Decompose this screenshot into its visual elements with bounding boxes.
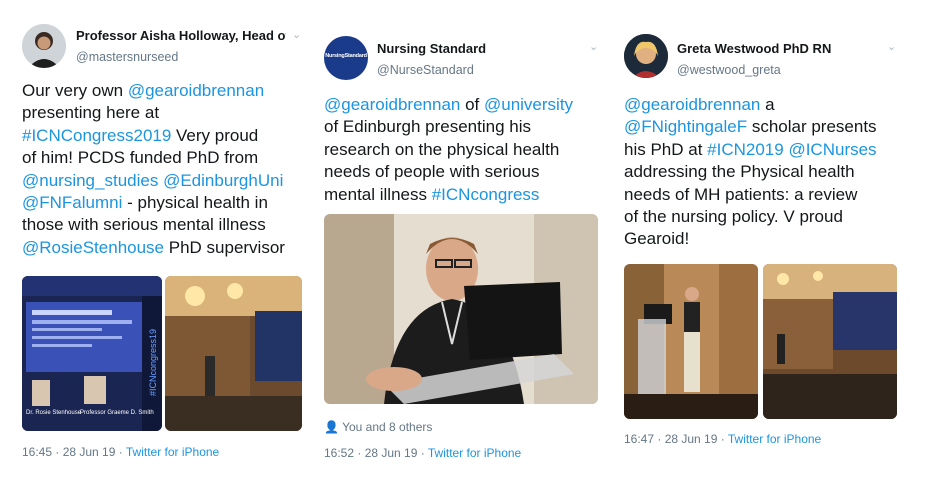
likes-row[interactable]: 👤 You and 8 others bbox=[324, 420, 432, 434]
tweet-image-hall[interactable] bbox=[763, 264, 897, 419]
tweet-text: Our very own @gearoidbrennan presenting … bbox=[22, 81, 285, 257]
tweet-timestamp[interactable]: 16:52 · 28 Jun 19 · Twitter for iPhone bbox=[324, 446, 521, 460]
mention-link[interactable]: @gearoidbrennan bbox=[324, 95, 460, 114]
tweet-image-room[interactable] bbox=[165, 276, 302, 431]
tweet-1[interactable]: Professor Aisha Holloway, Head of ... @m… bbox=[14, 14, 310, 464]
person-icon: 👤 bbox=[324, 420, 339, 434]
author-handle[interactable]: @mastersnurseed bbox=[76, 50, 178, 64]
mention-link[interactable]: @FNightingaleF bbox=[624, 117, 747, 136]
presenter-photo bbox=[324, 214, 598, 404]
chevron-down-icon[interactable]: ⌄ bbox=[589, 40, 598, 53]
mention-link[interactable]: @EdinburghUni bbox=[163, 171, 283, 190]
tweet-image-presenter[interactable] bbox=[324, 214, 598, 404]
slide-banner: #ICNcongress19 bbox=[148, 328, 158, 396]
mention-link[interactable]: @nursing_studies bbox=[22, 171, 158, 190]
podium-photo bbox=[624, 264, 758, 419]
mention-link[interactable]: @FNFalumni bbox=[22, 193, 122, 212]
author-handle[interactable]: @westwood_greta bbox=[677, 63, 781, 77]
author-name[interactable]: Nursing Standard bbox=[377, 41, 486, 56]
hall-photo bbox=[763, 264, 897, 419]
tweet-image-slide[interactable]: #ICNcongress19 Dr. Rosie Stenhouse Profe… bbox=[22, 276, 162, 431]
mention-link[interactable]: @RosieStenhouse bbox=[22, 238, 164, 257]
profile-photo bbox=[22, 24, 66, 68]
source-link[interactable]: Twitter for iPhone bbox=[126, 445, 219, 459]
mention-link[interactable]: @gearoidbrennan bbox=[128, 81, 264, 100]
source-link[interactable]: Twitter for iPhone bbox=[428, 446, 521, 460]
profile-photo bbox=[624, 34, 668, 78]
avatar[interactable]: NursingStandard bbox=[324, 36, 368, 80]
chevron-down-icon[interactable]: ⌄ bbox=[887, 40, 896, 53]
author-name[interactable]: Professor Aisha Holloway, Head of ... bbox=[76, 28, 286, 43]
mention-link[interactable]: @university bbox=[484, 95, 573, 114]
hashtag-link[interactable]: #ICN2019 bbox=[707, 140, 784, 159]
tweet-3[interactable]: Greta Westwood PhD RN @westwood_greta ⌄ … bbox=[615, 14, 931, 464]
hashtag-link[interactable]: #ICNCongress2019 bbox=[22, 126, 171, 145]
nursing-standard-logo: NursingStandard bbox=[325, 53, 367, 59]
mention-link[interactable]: @gearoidbrennan bbox=[624, 95, 760, 114]
tweet-timestamp[interactable]: 16:45 · 28 Jun 19 · Twitter for iPhone bbox=[22, 445, 219, 459]
room-photo bbox=[165, 276, 302, 431]
slide-name-left: Dr. Rosie Stenhouse bbox=[26, 410, 82, 416]
avatar[interactable] bbox=[624, 34, 668, 78]
slide-photo bbox=[22, 276, 162, 431]
tweet-timestamp[interactable]: 16:47 · 28 Jun 19 · Twitter for iPhone bbox=[624, 432, 821, 446]
slide-name-right: Professor Graeme D. Smith bbox=[80, 410, 154, 416]
chevron-down-icon[interactable]: ⌄ bbox=[292, 28, 301, 41]
tweet-image-podium[interactable] bbox=[624, 264, 758, 419]
tweet-text: @gearoidbrennan a @FNightingaleF scholar… bbox=[624, 95, 877, 249]
tweet-text: @gearoidbrennan of @university of Edinbu… bbox=[324, 95, 574, 204]
author-name[interactable]: Greta Westwood PhD RN bbox=[677, 41, 831, 56]
tweet-2[interactable]: NursingStandard Nursing Standard @NurseS… bbox=[315, 14, 611, 464]
hashtag-link[interactable]: #ICNcongress bbox=[432, 185, 540, 204]
author-handle[interactable]: @NurseStandard bbox=[377, 63, 474, 77]
avatar[interactable] bbox=[22, 24, 66, 68]
source-link[interactable]: Twitter for iPhone bbox=[728, 432, 821, 446]
mention-link[interactable]: @ICNurses bbox=[788, 140, 876, 159]
